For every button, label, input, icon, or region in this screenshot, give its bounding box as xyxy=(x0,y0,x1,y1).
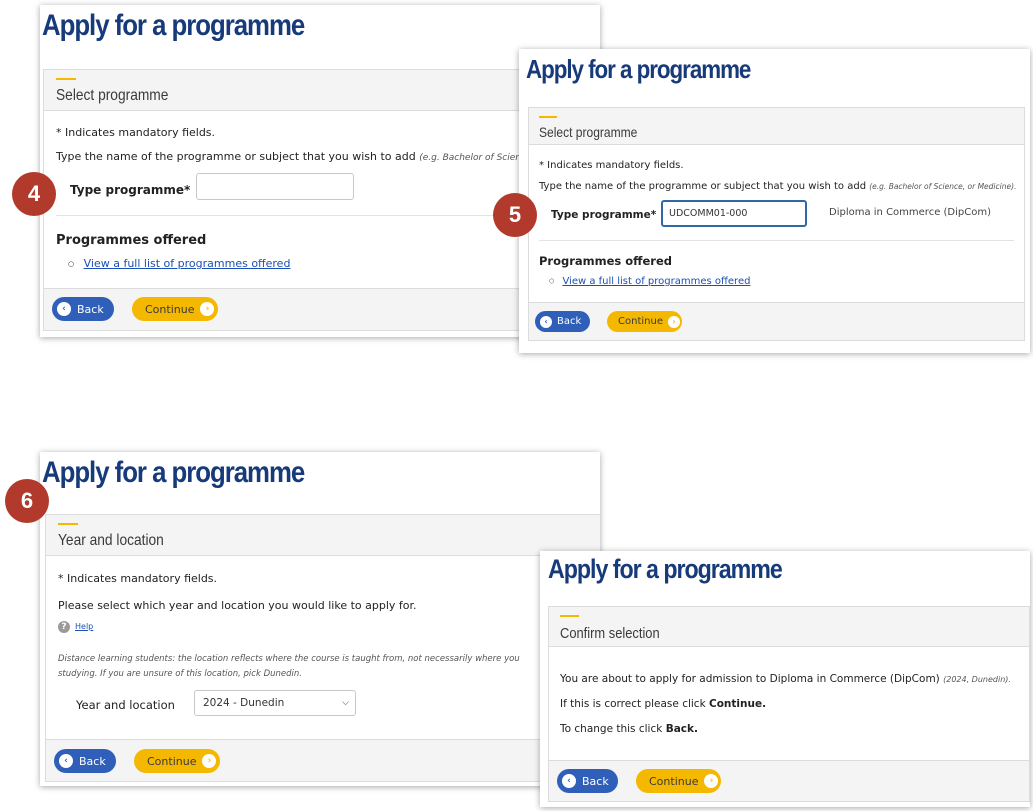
page-title: Apply for a programme xyxy=(42,9,305,42)
programme-input[interactable] xyxy=(661,200,807,227)
page-title: Apply for a programme xyxy=(42,456,305,489)
programme-match-text: Diploma in Commerce (DipCom) xyxy=(829,207,991,218)
card-header: Confirm selection xyxy=(549,607,1029,647)
continue-button[interactable]: Continue › xyxy=(132,297,218,321)
programmes-offered-heading: Programmes offered xyxy=(56,233,207,248)
header-accent xyxy=(539,116,557,118)
page-title: Apply for a programme xyxy=(526,54,751,84)
instruction-text: Type the name of the programme or subjec… xyxy=(539,181,1016,192)
header-accent xyxy=(56,78,76,80)
back-label: Back xyxy=(79,754,106,768)
year-location-card: Year and location * Indicates mandatory … xyxy=(45,514,600,782)
back-instruction: To change this click Back. xyxy=(560,723,698,735)
selected-year-location: 2024 - Dunedin xyxy=(203,697,285,709)
section-title: Year and location xyxy=(58,532,164,549)
continue-arrow-icon: › xyxy=(704,774,719,788)
back-label: Back xyxy=(582,774,609,788)
confirm-detail: (2024, Dunedin). xyxy=(943,675,1011,684)
instruction-main: Type the name of the programme or subjec… xyxy=(539,181,867,192)
continue-label: Continue xyxy=(649,774,699,788)
distance-note-line2: studying. If you are unsure of this loca… xyxy=(58,669,302,679)
card-header: Select programme xyxy=(529,108,1024,145)
instruction-text: Type the name of the programme or subjec… xyxy=(56,150,543,163)
page-title: Apply for a programme xyxy=(548,554,783,584)
header-accent xyxy=(58,523,78,525)
bullet-marker: ○ xyxy=(68,260,75,268)
continue-instruction: If this is correct please click Continue… xyxy=(560,698,766,710)
card-footer: ‹ Back Continue › xyxy=(549,760,1029,801)
programme-input[interactable] xyxy=(196,173,354,200)
header-accent xyxy=(560,615,579,617)
back-button[interactable]: ‹ Back xyxy=(52,297,114,321)
screenshot-step-5: Apply for a programme Select programme *… xyxy=(519,49,1030,353)
section-title: Select programme xyxy=(539,124,638,140)
section-title: Select programme xyxy=(56,87,169,104)
instruction-example: (e.g. Bachelor of Science, or Medicine). xyxy=(869,182,1017,191)
step-badge-5: 5 xyxy=(493,193,537,237)
help-link[interactable]: Help xyxy=(75,622,93,631)
continue-label: Continue xyxy=(618,316,663,327)
back-arrow-icon: ‹ xyxy=(57,302,71,316)
back-arrow-icon: ‹ xyxy=(562,774,576,788)
back-button[interactable]: ‹ Back xyxy=(557,769,618,793)
confirm-message: You are about to apply for admission to … xyxy=(560,673,1011,685)
step-badge-4: 4 xyxy=(12,172,56,216)
continue-arrow-icon: › xyxy=(200,302,215,316)
programme-field-label: Type programme* xyxy=(70,183,191,197)
programme-field-label: Type programme* xyxy=(551,209,657,221)
instruction-text: Please select which year and location yo… xyxy=(58,599,417,612)
mandatory-note: * Indicates mandatory fields. xyxy=(56,126,216,139)
continue-label: Continue xyxy=(147,754,197,768)
year-location-label: Year and location xyxy=(76,698,175,712)
back-instruction-bold: Back. xyxy=(665,723,698,735)
back-instruction-text: To change this click xyxy=(560,723,663,735)
confirm-selection-card: Confirm selection You are about to apply… xyxy=(548,606,1030,802)
step-badge-6: 6 xyxy=(5,479,49,523)
continue-label: Continue xyxy=(145,302,195,316)
programmes-offered-bullet: ○ View a full list of programmes offered xyxy=(68,257,290,270)
bullet-marker: ○ xyxy=(549,277,555,285)
back-label: Back xyxy=(557,316,582,327)
continue-instruction-text: If this is correct please click xyxy=(560,698,706,710)
programmes-offered-heading: Programmes offered xyxy=(539,254,672,268)
programmes-list-link[interactable]: View a full list of programmes offered xyxy=(562,276,750,287)
year-location-select[interactable]: 2024 - Dunedin ⌵ xyxy=(194,690,356,716)
mandatory-note: * Indicates mandatory fields. xyxy=(539,160,684,171)
section-title: Confirm selection xyxy=(560,625,660,642)
back-label: Back xyxy=(77,302,104,316)
continue-button[interactable]: Continue › xyxy=(134,749,220,773)
instruction-main: Type the name of the programme or subjec… xyxy=(56,150,416,163)
back-button[interactable]: ‹ Back xyxy=(535,311,590,332)
section-divider xyxy=(539,240,1014,241)
confirm-main: You are about to apply for admission to … xyxy=(560,673,940,685)
continue-arrow-icon: › xyxy=(667,315,680,328)
programmes-offered-bullet: ○ View a full list of programmes offered xyxy=(549,276,750,287)
card-footer: ‹ Back Continue › xyxy=(44,288,600,330)
screenshot-step-4: Apply for a programme Select programme *… xyxy=(40,5,600,337)
card-footer: ‹ Back Continue › xyxy=(529,302,1024,340)
help-icon[interactable]: ? xyxy=(58,621,70,633)
back-button[interactable]: ‹ Back xyxy=(54,749,116,773)
continue-instruction-bold: Continue. xyxy=(709,698,767,710)
distance-note-line1: Distance learning students: the location… xyxy=(58,654,520,664)
continue-button[interactable]: Continue › xyxy=(607,311,682,332)
chevron-down-icon: ⌵ xyxy=(342,698,349,708)
continue-button[interactable]: Continue › xyxy=(636,769,721,793)
back-arrow-icon: ‹ xyxy=(59,754,73,768)
mandatory-note: * Indicates mandatory fields. xyxy=(58,572,218,585)
back-arrow-icon: ‹ xyxy=(540,315,552,328)
card-header: Select programme xyxy=(44,70,600,111)
screenshot-confirm: Apply for a programme Confirm selection … xyxy=(540,551,1030,807)
screenshot-step-6: Apply for a programme Year and location … xyxy=(40,452,600,786)
programmes-list-link[interactable]: View a full list of programmes offered xyxy=(84,257,291,270)
select-programme-card: Select programme * Indicates mandatory f… xyxy=(528,107,1025,341)
card-header: Year and location xyxy=(46,515,600,556)
card-footer: ‹ Back Continue › xyxy=(46,739,600,781)
continue-arrow-icon: › xyxy=(202,754,217,768)
